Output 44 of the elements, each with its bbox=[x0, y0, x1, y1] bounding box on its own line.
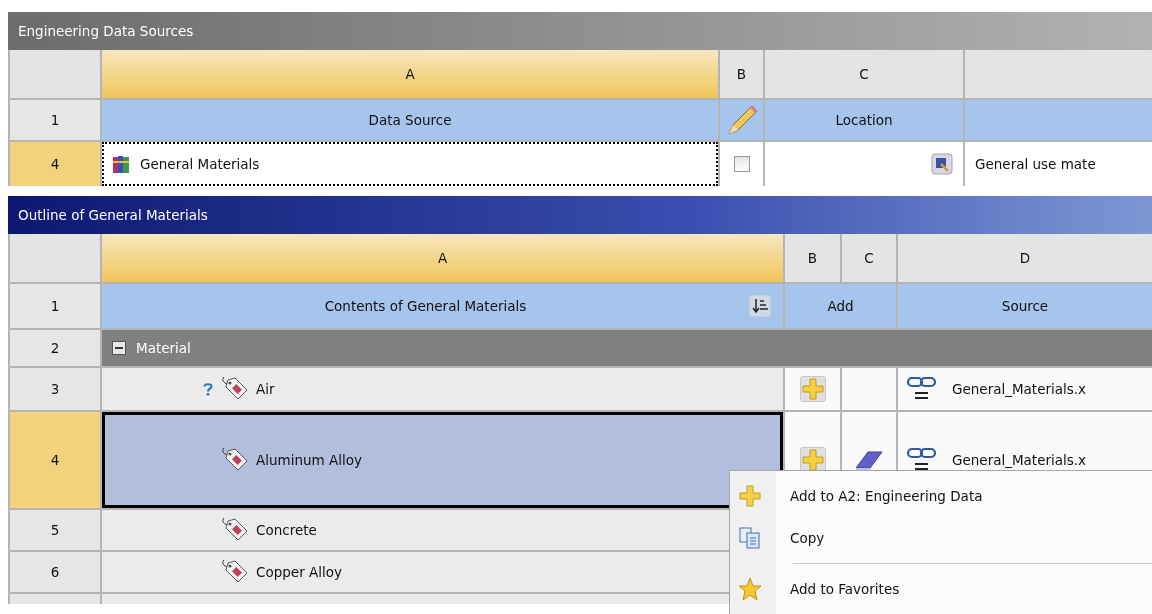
column-header: Add bbox=[785, 284, 896, 328]
collapse-toggle[interactable] bbox=[112, 341, 126, 355]
row-number: 1 bbox=[10, 284, 100, 328]
column-header: Source bbox=[898, 284, 1152, 328]
column-letter: A bbox=[102, 50, 718, 98]
row-number: 5 bbox=[10, 510, 100, 550]
column-header: Contents of General Materials bbox=[323, 298, 528, 314]
material-name: Aluminum Alloy bbox=[256, 452, 362, 468]
source-file: General_Materials.x bbox=[952, 381, 1087, 397]
group-label: Material bbox=[136, 340, 191, 356]
table-cell[interactable]: Air bbox=[102, 368, 783, 410]
material-name: Concrete bbox=[256, 522, 317, 538]
plus-icon bbox=[738, 484, 762, 508]
table-cell bbox=[842, 368, 896, 410]
row-number: 3 bbox=[10, 368, 100, 410]
column-letter: B bbox=[785, 234, 840, 282]
material-name: Copper Alloy bbox=[256, 564, 342, 580]
table-cell: General use mate bbox=[965, 142, 1152, 186]
column-letter: C bbox=[842, 234, 896, 282]
row-number: 4 bbox=[10, 142, 100, 186]
star-icon bbox=[738, 577, 762, 601]
column-letter: D bbox=[898, 234, 1152, 282]
column-letter: C bbox=[765, 50, 963, 98]
panel-title: Engineering Data Sources bbox=[8, 12, 1152, 50]
table-cell[interactable]: Aluminum Alloy bbox=[102, 412, 783, 508]
checkbox[interactable] bbox=[733, 156, 750, 172]
column-letter: B bbox=[720, 50, 763, 98]
browse-icon[interactable] bbox=[931, 153, 953, 175]
data-source-name: General Materials bbox=[140, 156, 260, 172]
row-number: 6 bbox=[10, 552, 100, 592]
source-file: General_Materials.x bbox=[952, 452, 1087, 468]
row-number: 2 bbox=[10, 330, 100, 366]
copy-icon bbox=[738, 526, 762, 550]
row-number: 4 bbox=[10, 412, 100, 508]
sort-icon[interactable] bbox=[749, 295, 771, 317]
plus-icon bbox=[800, 448, 825, 472]
row-number: 1 bbox=[10, 100, 100, 140]
column-header: Data Source bbox=[102, 100, 718, 140]
column-header: Location bbox=[765, 100, 963, 140]
material-name: Air bbox=[256, 381, 275, 397]
column-letter: A bbox=[102, 234, 783, 282]
books-icon bbox=[112, 154, 130, 174]
plus-icon bbox=[800, 377, 825, 401]
panel-title: Outline of General Materials bbox=[8, 196, 1152, 234]
